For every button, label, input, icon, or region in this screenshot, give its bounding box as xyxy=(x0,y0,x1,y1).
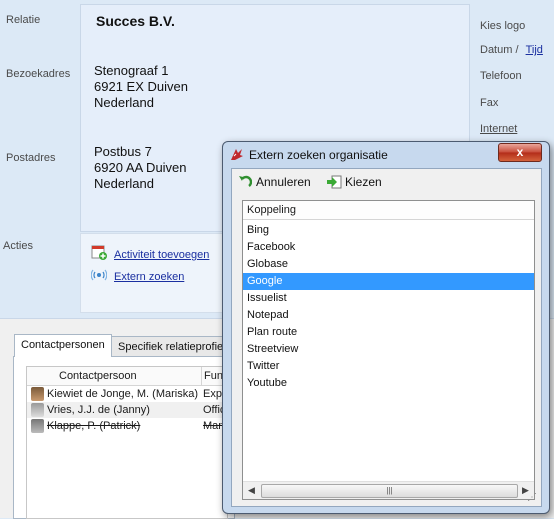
post-address-line: Nederland xyxy=(94,176,154,191)
table-row[interactable]: Vries, J.J. de (Janny) Offic xyxy=(27,402,227,418)
list-item[interactable]: Globase xyxy=(243,256,534,273)
dialog-body: Annuleren Kiezen Koppeling Bing Facebook… xyxy=(231,168,542,507)
scroll-left-icon[interactable]: ◀ xyxy=(243,482,260,499)
tab-specifiek-relatieprofiel[interactable]: Specifiek relatieprofiel xyxy=(111,336,233,357)
label-acties: Acties xyxy=(3,240,33,252)
broadcast-icon xyxy=(90,266,108,282)
post-address-line: 6920 AA Duiven xyxy=(94,160,187,175)
table-row[interactable]: Kiewiet de Jonge, M. (Mariska) Expo xyxy=(27,386,228,402)
list-item[interactable]: Facebook xyxy=(243,239,534,256)
visit-address-line: Stenograaf 1 xyxy=(94,63,169,78)
contact-name: Kiewiet de Jonge, M. (Mariska) xyxy=(47,388,198,400)
cancel-button[interactable]: Annuleren xyxy=(238,173,311,191)
list-item[interactable]: Plan route xyxy=(243,324,534,341)
visit-address-line: 6921 EX Duiven xyxy=(94,79,188,94)
avatar xyxy=(31,387,44,401)
label-bezoekadres: Bezoekadres xyxy=(6,68,71,80)
visit-address: Stenograaf 1 6921 EX Duiven Nederland xyxy=(94,63,188,111)
calendar-add-icon xyxy=(91,244,107,260)
fax-label: Fax xyxy=(480,97,499,109)
undo-icon xyxy=(238,175,253,189)
list-item[interactable]: Bing xyxy=(243,222,534,239)
list-item[interactable]: Issuelist xyxy=(243,290,534,307)
cancel-label: Annuleren xyxy=(256,175,311,189)
date-text: Datum / xyxy=(480,44,519,56)
select-arrow-icon xyxy=(327,175,342,189)
extern-zoeken-dialog: Extern zoeken organisatie x Annuleren Ki… xyxy=(222,141,550,514)
column-contactpersoon[interactable]: Contactpersoon xyxy=(59,367,137,385)
list-item[interactable]: Streetview xyxy=(243,341,534,358)
date-label: Datum / Tijd xyxy=(480,44,543,56)
app-icon xyxy=(229,146,245,162)
internet-link[interactable]: Internet xyxy=(480,123,517,135)
contacts-grid: Contactpersoon Func Kiewiet de Jonge, M.… xyxy=(26,366,231,519)
avatar xyxy=(31,403,44,417)
activity-add-link[interactable]: Activiteit toevoegen xyxy=(114,249,209,261)
label-postadres: Postadres xyxy=(6,152,56,164)
column-koppeling[interactable]: Koppeling xyxy=(243,201,534,220)
table-row[interactable]: Klappe, P. (Patrick) Mana xyxy=(27,418,231,434)
avatar xyxy=(31,419,44,433)
resize-grip-icon[interactable]: ⋰ xyxy=(527,492,539,504)
external-search-link[interactable]: Extern zoeken xyxy=(114,271,184,283)
horizontal-scrollbar[interactable]: ◀ ||| ▶ xyxy=(243,481,534,499)
contact-name: Klappe, P. (Patrick) xyxy=(47,420,141,432)
company-name: Succes B.V. xyxy=(96,13,175,29)
contact-name: Vries, J.J. de (Janny) xyxy=(47,404,150,416)
tab-contactpersonen[interactable]: Contactpersonen xyxy=(14,334,112,357)
list-item[interactable]: Youtube xyxy=(243,375,534,392)
visit-address-line: Nederland xyxy=(94,95,154,110)
choose-button[interactable]: Kiezen xyxy=(327,173,382,191)
choose-label: Kiezen xyxy=(345,175,382,189)
scrollbar-thumb[interactable]: ||| xyxy=(261,484,518,498)
post-address-line: Postbus 7 xyxy=(94,144,152,159)
close-button[interactable]: x xyxy=(498,143,542,162)
list-item[interactable]: Notepad xyxy=(243,307,534,324)
phone-label: Telefoon xyxy=(480,70,522,82)
post-address: Postbus 7 6920 AA Duiven Nederland xyxy=(94,144,187,192)
contacts-grid-header: Contactpersoon Func xyxy=(27,367,228,386)
koppeling-list: Koppeling Bing Facebook Globase Google I… xyxy=(242,200,535,500)
choose-logo-label[interactable]: Kies logo xyxy=(480,20,525,32)
label-relatie: Relatie xyxy=(6,14,41,26)
list-item-selected[interactable]: Google xyxy=(243,273,534,290)
time-link[interactable]: Tijd xyxy=(526,44,543,56)
list-item[interactable]: Twitter xyxy=(243,358,534,375)
dialog-title: Extern zoeken organisatie xyxy=(249,148,388,162)
